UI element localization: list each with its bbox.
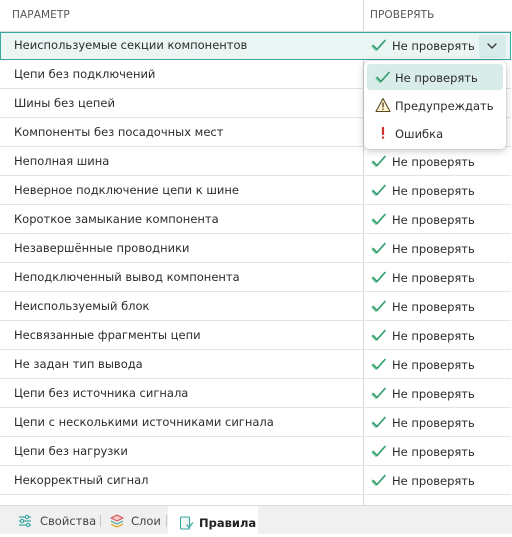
check-mode-value: Не проверять	[392, 300, 475, 314]
check-mode-cell[interactable]: Не проверять	[371, 355, 511, 375]
check-mode-value: Не проверять	[392, 155, 475, 169]
table-row[interactable]: Неполная шина Не проверять	[0, 148, 511, 176]
check-mode-value: Не проверять	[392, 213, 475, 227]
properties-icon	[17, 513, 33, 529]
column-header-check[interactable]: ПРОВЕРЯТЬ	[370, 9, 434, 21]
table-row-selected[interactable]: Неиспользуемые секции компонентов Не пров…	[0, 32, 511, 60]
tab-label: Правила	[199, 516, 257, 530]
param-name: Неиспользуемые секции компонентов	[14, 38, 248, 52]
check-icon	[371, 414, 387, 430]
param-name: Неверное подключение цепи к шине	[14, 183, 239, 197]
table-row[interactable]: Неверное подключение цепи к шине Не прове…	[0, 177, 511, 205]
check-mode-dropdown-menu: Не проверять Предупреждать Ошибка	[364, 61, 506, 149]
error-icon	[375, 125, 391, 141]
tab-layers[interactable]: Слои	[101, 506, 166, 535]
check-mode-value: Не проверять	[392, 184, 475, 198]
table-row[interactable]: Неподключенный вывод компонента Не провер…	[0, 264, 511, 292]
param-name: Цепи без нагрузки	[14, 444, 128, 458]
param-name: Незавершённые проводники	[14, 241, 190, 255]
check-mode-cell[interactable]: Не проверять	[371, 181, 511, 201]
option-label: Не проверять	[395, 71, 478, 85]
check-mode-value: Не проверять	[392, 445, 475, 459]
check-mode-value: Не проверять	[392, 387, 475, 401]
check-mode-value: Не проверять	[392, 358, 475, 372]
table-row[interactable]: Цепи без нагрузки Не проверять	[0, 438, 511, 466]
bottom-tab-bar: Свойства Слои Правила	[0, 505, 512, 537]
table-row[interactable]: Не задан тип вывода Не проверять	[0, 351, 511, 379]
check-mode-value: Не проверять	[392, 39, 475, 53]
param-name: Неподключенный вывод компонента	[14, 270, 240, 284]
table-row[interactable]: Незавершённые проводники Не проверять	[0, 235, 511, 263]
check-mode-cell[interactable]: Не проверять	[371, 152, 511, 172]
table-row[interactable]: Несвязанные фрагменты цепи Не проверять	[0, 322, 511, 350]
check-mode-cell[interactable]: Не проверять	[371, 326, 511, 346]
check-icon	[371, 153, 387, 169]
check-mode-value: Не проверять	[392, 416, 475, 430]
check-mode-value: Не проверять	[392, 271, 475, 285]
check-icon	[371, 182, 387, 198]
option-no-check[interactable]: Не проверять	[367, 64, 503, 90]
column-header-param[interactable]: ПАРАМЕТР	[12, 9, 70, 21]
chevron-down-icon	[487, 43, 497, 49]
param-name: Неиспользуемый блок	[14, 299, 150, 313]
check-icon	[371, 472, 387, 488]
check-mode-cell[interactable]: Не проверять	[371, 384, 511, 404]
check-icon	[371, 356, 387, 372]
check-icon	[371, 37, 387, 53]
rules-icon	[178, 515, 194, 531]
table-row[interactable]: Цепи без источника сигнала Не проверять	[0, 380, 511, 408]
table-row[interactable]: Неиспользуемый блок Не проверять	[0, 293, 511, 321]
check-mode-cell[interactable]: Не проверять	[371, 471, 511, 491]
param-name: Некорректный сигнал	[14, 473, 149, 487]
tab-properties[interactable]: Свойства	[8, 506, 100, 535]
option-label: Ошибка	[395, 127, 444, 141]
check-mode-value: Не проверять	[392, 474, 475, 488]
param-name: Не задан тип вывода	[14, 357, 143, 371]
check-mode-cell[interactable]: Не проверять	[371, 442, 511, 462]
param-name: Цепи с несколькими источниками сигнала	[14, 415, 274, 429]
param-name: Цепи без подключений	[14, 67, 156, 81]
table-row[interactable]: Некорректный сигнал Не проверять	[0, 467, 511, 495]
check-mode-value: Не проверять	[392, 242, 475, 256]
tab-rules[interactable]: Правила	[168, 506, 258, 537]
check-icon	[371, 269, 387, 285]
check-mode-cell[interactable]: Не проверять	[371, 297, 511, 317]
option-warn[interactable]: Предупреждать	[367, 92, 503, 118]
dropdown-toggle-button[interactable]	[479, 35, 506, 58]
check-mode-cell[interactable]: Не проверять	[371, 210, 511, 230]
check-icon	[375, 69, 391, 85]
param-name: Шины без цепей	[14, 96, 115, 110]
check-icon	[371, 298, 387, 314]
param-name: Неполная шина	[14, 154, 110, 168]
param-name: Несвязанные фрагменты цепи	[14, 328, 201, 342]
check-icon	[371, 327, 387, 343]
tab-label: Свойства	[40, 514, 97, 528]
layers-icon	[109, 513, 125, 529]
check-icon	[371, 240, 387, 256]
table-header: ПАРАМЕТР ПРОВЕРЯТЬ	[0, 0, 512, 32]
check-icon	[371, 443, 387, 459]
option-label: Предупреждать	[395, 99, 494, 113]
check-icon	[371, 211, 387, 227]
table-row[interactable]: Короткое замыкание компонента Не проверят…	[0, 206, 511, 234]
tab-label: Слои	[131, 514, 161, 528]
option-error[interactable]: Ошибка	[367, 120, 503, 146]
check-mode-cell[interactable]: Не проверять	[371, 268, 511, 288]
table-row[interactable]: Цепи с несколькими источниками сигнала Не…	[0, 409, 511, 437]
check-mode-value: Не проверять	[392, 329, 475, 343]
param-name: Цепи без источника сигнала	[14, 386, 189, 400]
check-mode-cell[interactable]: Не проверять	[371, 413, 511, 433]
check-mode-cell[interactable]: Не проверять	[371, 239, 511, 259]
warning-icon	[375, 97, 391, 113]
tab-separator	[166, 515, 167, 527]
param-name: Компоненты без посадочных мест	[14, 125, 224, 139]
check-icon	[371, 385, 387, 401]
param-name: Короткое замыкание компонента	[14, 212, 219, 226]
